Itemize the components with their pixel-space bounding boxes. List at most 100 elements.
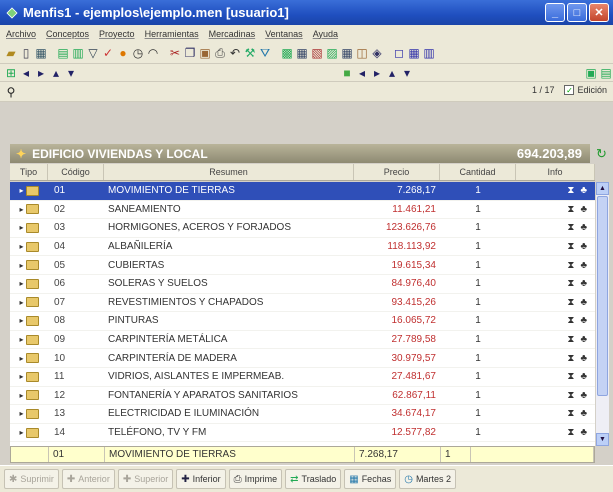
tools-icon[interactable]: ⚒	[243, 46, 257, 60]
table-row[interactable]: ▸ 10 CARPINTERÍA DE MADERA 30.979,57 1 ⧗…	[10, 349, 595, 368]
table-row[interactable]: ▸ 04 ALBAÑILERÍA 118.113,92 1 ⧗ ♣	[10, 238, 595, 257]
window-icon[interactable]: ◻	[392, 46, 406, 60]
table-edit-icon[interactable]: ▥	[71, 46, 85, 60]
binoculars-icon[interactable]: ⚲	[4, 85, 18, 99]
cut-icon[interactable]: ✂	[168, 46, 182, 60]
shape-icon[interactable]: ◠	[146, 46, 160, 60]
menu-proyecto[interactable]: Proyecto	[99, 29, 135, 39]
expand-icon[interactable]: ▸	[19, 279, 23, 288]
nav-up-icon[interactable]: ▴	[385, 66, 399, 80]
move-right-icon[interactable]: ▸	[34, 66, 48, 80]
table-row[interactable]: ▸ 14 TELÉFONO, TV Y FM 12.577,82 1 ⧗ ♣	[10, 424, 595, 443]
expand-icon[interactable]: ▸	[19, 335, 23, 344]
funnel-icon[interactable]: ⛛	[258, 46, 272, 60]
scroll-thumb[interactable]	[597, 196, 608, 396]
menu-ventanas[interactable]: Ventanas	[265, 29, 303, 39]
chart-icon[interactable]: ▩	[280, 46, 294, 60]
undo-icon[interactable]: ↶	[228, 46, 242, 60]
expand-icon[interactable]: ▸	[19, 428, 23, 437]
move-up-icon[interactable]: ▴	[49, 66, 63, 80]
table-row[interactable]: ▸ 02 SANEAMIENTO 11.461,21 1 ⧗ ♣	[10, 201, 595, 220]
refresh-icon[interactable]: ↻	[596, 146, 607, 162]
expand-icon[interactable]: ▸	[19, 242, 23, 251]
minimize-button[interactable]: _	[545, 3, 565, 22]
copy-icon[interactable]: ❐	[183, 46, 197, 60]
scroll-up-icon[interactable]: ▲	[596, 182, 609, 195]
col-precio[interactable]: Precio	[354, 164, 440, 180]
data-icon[interactable]: ▨	[325, 46, 339, 60]
expand-icon[interactable]: ▸	[19, 372, 23, 381]
layout-icon[interactable]: ▦	[407, 46, 421, 60]
table-row[interactable]: ▸ 12 FONTANERÍA Y APARATOS SANITARIOS 62…	[10, 387, 595, 406]
view-icon[interactable]: ▣	[584, 66, 598, 80]
col-codigo[interactable]: Código	[48, 164, 104, 180]
tuesday-button[interactable]: ◷ Martes 2	[399, 469, 456, 489]
expand-icon[interactable]: ▸	[19, 316, 23, 325]
report-icon[interactable]: ▧	[310, 46, 324, 60]
open-icon[interactable]: ▰	[4, 46, 18, 60]
print-icon[interactable]: ⎙	[213, 46, 227, 60]
grid-icon[interactable]: ▦	[34, 46, 48, 60]
inferior-button[interactable]: ✚ Inferior	[176, 469, 226, 489]
expand-icon[interactable]: ▸	[19, 205, 23, 214]
close-button[interactable]: ✕	[589, 3, 609, 22]
dates-button[interactable]: ▦ Fechas	[344, 469, 397, 489]
expand-icon[interactable]: ▸	[19, 186, 23, 195]
expand-icon[interactable]: ▸	[19, 409, 23, 418]
filter-icon[interactable]: ▽	[86, 46, 100, 60]
print-button[interactable]: ⎙ Imprime	[228, 469, 283, 489]
expand-icon[interactable]: ▸	[19, 261, 23, 270]
expand-icon[interactable]: ▸	[19, 354, 23, 363]
panels-icon[interactable]: ▥	[422, 46, 436, 60]
table-row[interactable]: ▸ 07 REVESTIMIENTOS Y CHAPADOS 93.415,26…	[10, 294, 595, 313]
expand-icon[interactable]: ▸	[19, 223, 23, 232]
menu-herramientas[interactable]: Herramientas	[145, 29, 199, 39]
move-left-icon[interactable]: ◂	[19, 66, 33, 80]
nav-left-icon[interactable]: ◂	[355, 66, 369, 80]
table-row[interactable]: ▸ 06 SOLERAS Y SUELOS 84.976,40 1 ⧗ ♣	[10, 275, 595, 294]
edit-extra-field[interactable]	[471, 447, 594, 462]
previous-button[interactable]: ✚ Anterior	[61, 469, 115, 489]
table-row[interactable]: ▸ 13 ELECTRICIDAD E ILUMINACIÓN 34.674,1…	[10, 405, 595, 424]
transfer-button[interactable]: ⇄ Traslado	[285, 469, 342, 489]
col-info[interactable]: Info	[516, 164, 595, 180]
table-icon[interactable]: ▤	[56, 46, 70, 60]
expand-icon[interactable]: ▸	[19, 391, 23, 400]
table-row[interactable]: ▸ 11 VIDRIOS, AISLANTES E IMPERMEAB. 27.…	[10, 368, 595, 387]
export-icon[interactable]: ◫	[355, 46, 369, 60]
check-icon[interactable]: ✓	[101, 46, 115, 60]
col-resumen[interactable]: Resumen	[104, 164, 354, 180]
table-scrollbar[interactable]: ▲ ▼	[596, 182, 609, 446]
edit-cantidad-field[interactable]: 1	[441, 447, 471, 462]
table-row[interactable]: ▸ 03 HORMIGONES, ACEROS Y FORJADOS 123.6…	[10, 219, 595, 238]
paste-icon[interactable]: ▣	[198, 46, 212, 60]
col-tipo[interactable]: Tipo	[10, 164, 48, 180]
move-down-icon[interactable]: ▾	[64, 66, 78, 80]
menu-conceptos[interactable]: Conceptos	[46, 29, 89, 39]
maximize-button[interactable]: □	[567, 3, 587, 22]
delete-button[interactable]: ✱ Suprimir	[4, 469, 59, 489]
edit-tipo-field[interactable]	[11, 447, 49, 462]
edit-codigo-field[interactable]: 01	[49, 447, 105, 462]
expand-icon[interactable]: ▸	[19, 298, 23, 307]
calendar-icon[interactable]: ▦	[295, 46, 309, 60]
menu-archivo[interactable]: Archivo	[6, 29, 36, 39]
circle-icon[interactable]: ●	[116, 46, 130, 60]
new-document-icon[interactable]: ▯	[19, 46, 33, 60]
square-icon[interactable]: ■	[340, 66, 354, 80]
table-row[interactable]: ▸ 09 CARPINTERÍA METÁLICA 27.789,58 1 ⧗ ♣	[10, 331, 595, 350]
scroll-down-icon[interactable]: ▼	[596, 433, 609, 446]
clock-icon[interactable]: ◷	[131, 46, 145, 60]
superior-button[interactable]: ✚ Superior	[117, 469, 174, 489]
view-alt-icon[interactable]: ▤	[599, 66, 613, 80]
network-icon[interactable]: ◈	[370, 46, 384, 60]
nav-right-icon[interactable]: ▸	[370, 66, 384, 80]
col-cantidad[interactable]: Cantidad	[440, 164, 516, 180]
table-row[interactable]: ▸ 08 PINTURAS 16.065,72 1 ⧗ ♣	[10, 312, 595, 331]
edit-checkbox[interactable]: ✓ Edición	[564, 85, 607, 95]
edit-resumen-field[interactable]: MOVIMIENTO DE TIERRAS	[105, 447, 355, 462]
matrix-icon[interactable]: ▦	[340, 46, 354, 60]
nav-down-icon[interactable]: ▾	[400, 66, 414, 80]
menu-mercadinas[interactable]: Mercadinas	[209, 29, 256, 39]
tree-icon[interactable]: ⊞	[4, 66, 18, 80]
